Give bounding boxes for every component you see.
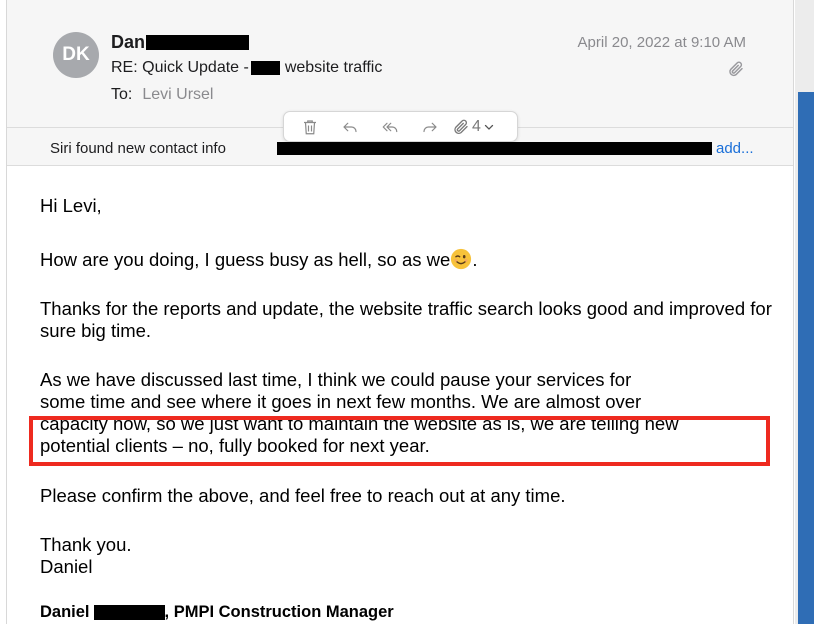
redaction-bar xyxy=(146,35,250,50)
sender-sign-name: Daniel xyxy=(40,556,93,577)
reply-icon xyxy=(343,122,357,132)
paragraph-thanks: Thanks for the reports and update, the w… xyxy=(40,298,772,341)
message-date: April 20, 2022 at 9:10 AM xyxy=(577,34,746,51)
siri-add-link[interactable]: add... xyxy=(716,140,754,157)
forward-button[interactable] xyxy=(412,115,448,139)
hover-toolbar: 4 xyxy=(283,111,518,142)
redaction-bar xyxy=(250,61,280,75)
background-window-blue xyxy=(798,92,814,624)
reply-all-icon xyxy=(382,122,398,132)
subject-suffix: website traffic xyxy=(284,59,383,76)
to-label: To: xyxy=(111,86,133,103)
paperclip-icon xyxy=(454,119,468,134)
closing: Thank you. xyxy=(40,534,132,555)
to-line: To: Levi Ursel xyxy=(111,86,213,104)
signature: Daniel , PMPI Construction Manager xyxy=(40,603,394,622)
paragraph-line: As we have discussed last time, I think … xyxy=(40,369,632,390)
background-window-strip xyxy=(795,0,814,624)
paperclip-icon xyxy=(729,61,743,77)
redaction-bar xyxy=(93,605,165,620)
signature-first-name: Daniel xyxy=(40,603,90,621)
paragraph-how-are-you: How are you doing, I guess busy as hell,… xyxy=(40,248,780,271)
paragraph-line: some time and see where it goes in next … xyxy=(40,391,642,412)
greeting: Hi Levi, xyxy=(40,195,102,216)
paragraph-end: . xyxy=(472,249,478,270)
reply-all-button[interactable] xyxy=(372,115,408,139)
siri-suggestion-text: Siri found new contact info xyxy=(50,140,226,157)
subject-prefix: RE: Quick Update - xyxy=(111,59,249,76)
attachment-count: 4 xyxy=(472,117,481,135)
red-highlight-box xyxy=(29,416,770,466)
sender-name[interactable]: Dan xyxy=(111,32,250,53)
trash-icon xyxy=(304,119,316,134)
attachments-button[interactable]: 4 xyxy=(452,118,495,136)
recipient-name[interactable]: Levi Ursel xyxy=(142,86,213,103)
winking-face-icon xyxy=(451,248,472,270)
subject-line: RE: Quick Update - website traffic xyxy=(111,59,382,77)
signature-title: , PMPI Construction Manager xyxy=(164,603,394,621)
redaction-bar xyxy=(277,142,712,155)
paragraph-text: How are you doing, I guess busy as hell,… xyxy=(40,249,451,270)
reply-button[interactable] xyxy=(332,115,368,139)
avatar[interactable]: DK xyxy=(53,32,99,78)
sender-first-name: Dan xyxy=(111,32,146,52)
forward-icon xyxy=(423,122,437,132)
message-header: DK Dan RE: Quick Update - website traffi… xyxy=(7,0,793,128)
chevron-down-icon xyxy=(484,124,494,130)
delete-button[interactable] xyxy=(292,115,328,139)
paragraph-confirm: Please confirm the above, and feel free … xyxy=(40,485,566,506)
